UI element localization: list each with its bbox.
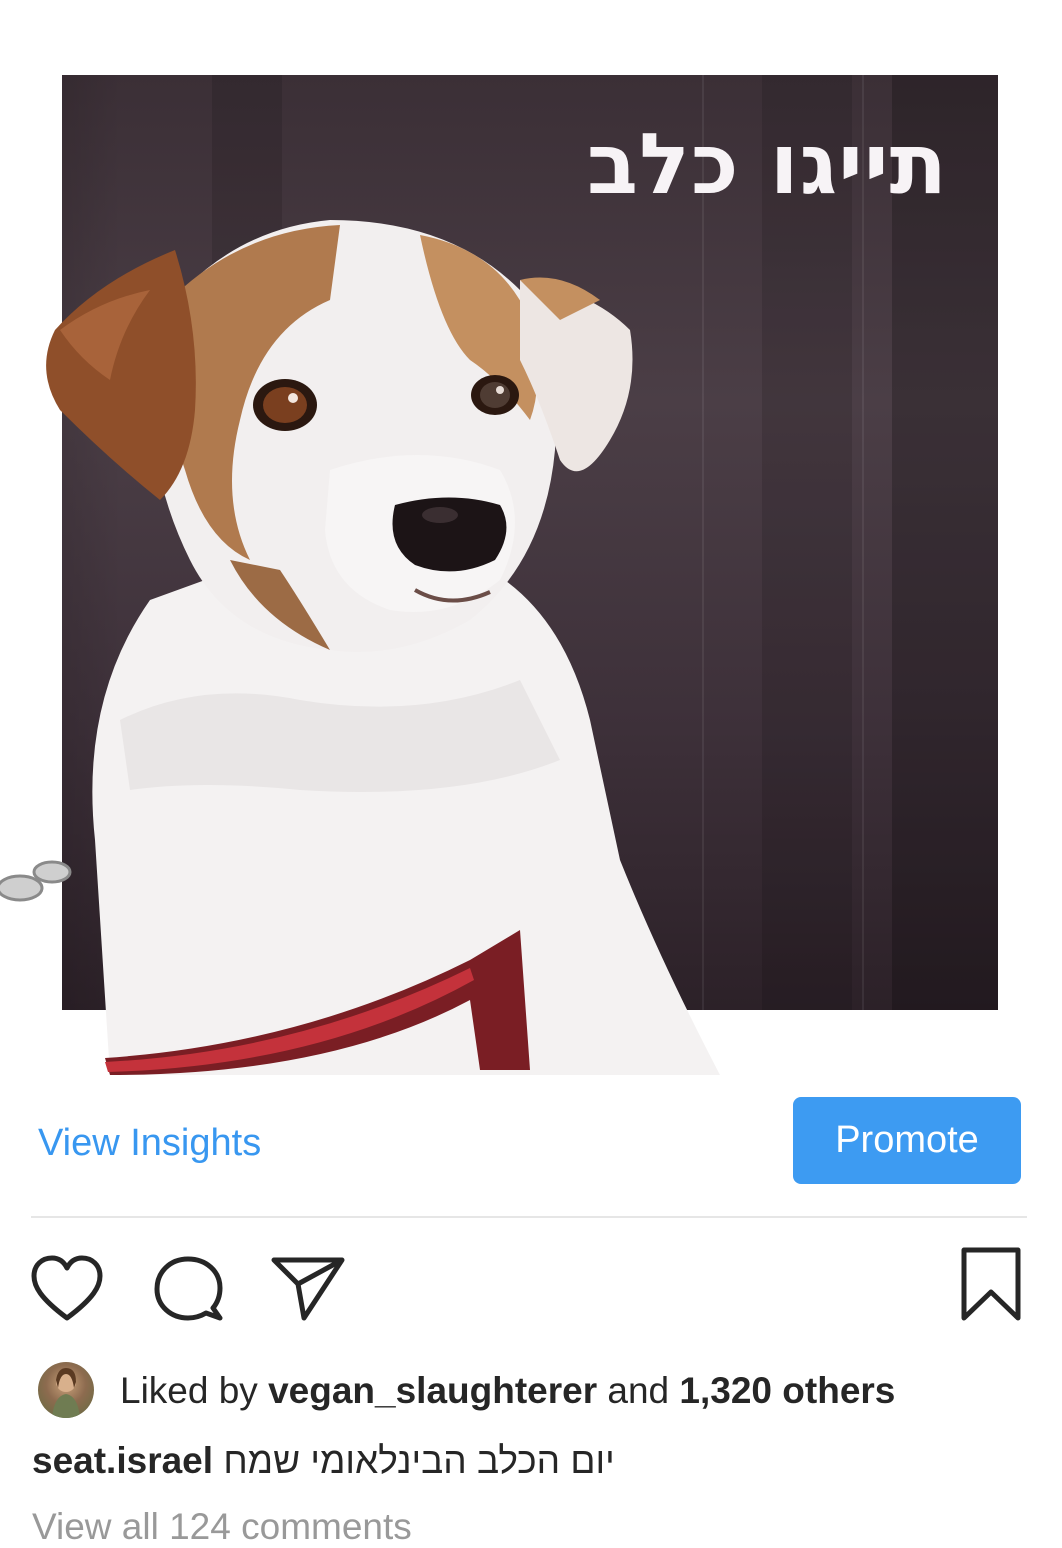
caption: seat.israel יום הכלב הבינלאומי שמח — [32, 1440, 615, 1482]
likes-summary[interactable]: Liked by vegan_slaughterer and 1,320 oth… — [120, 1370, 895, 1412]
save-button[interactable] — [960, 1246, 1022, 1322]
view-all-comments-link[interactable]: View all 124 comments — [32, 1506, 412, 1548]
likes-row: Liked by vegan_slaughterer and 1,320 oth… — [38, 1362, 1038, 1422]
bookmark-icon — [961, 1247, 1021, 1321]
share-button[interactable] — [270, 1254, 346, 1324]
like-button[interactable] — [30, 1254, 104, 1324]
caption-text: יום הכלב הבינלאומי שמח — [223, 1440, 615, 1481]
dog-illustration — [0, 220, 720, 1075]
likes-prefix: Liked by — [120, 1370, 258, 1411]
divider — [31, 1216, 1027, 1218]
view-insights-link[interactable]: View Insights — [38, 1122, 261, 1165]
likes-middle: and — [607, 1370, 670, 1411]
comment-icon — [154, 1256, 223, 1321]
avatar[interactable] — [38, 1362, 94, 1418]
comment-button[interactable] — [152, 1254, 226, 1324]
promote-button[interactable]: Promote — [793, 1097, 1021, 1184]
caption-username[interactable]: seat.israel — [32, 1440, 213, 1481]
likes-others[interactable]: 1,320 others — [679, 1370, 895, 1411]
heart-icon — [31, 1255, 103, 1321]
send-icon — [271, 1257, 345, 1321]
liker-username[interactable]: vegan_slaughterer — [268, 1370, 597, 1411]
post-image[interactable]: תייגו כלב — [0, 0, 1062, 1080]
